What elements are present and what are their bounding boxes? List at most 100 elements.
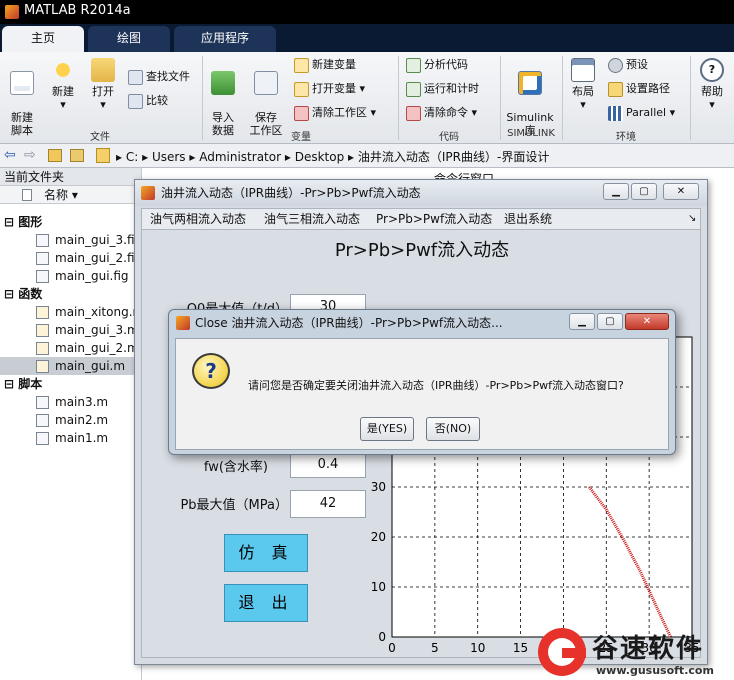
- new-variable-icon: [294, 57, 309, 73]
- question-icon: ?: [192, 353, 230, 389]
- menu-item-exit[interactable]: 退出系统: [504, 209, 552, 229]
- file-name: main_gui.m: [55, 359, 126, 373]
- layout-icon: [571, 58, 595, 82]
- run-and-time-icon: [406, 81, 421, 97]
- script-file-icon: [36, 396, 49, 409]
- section-figures[interactable]: ⊟ 图形: [0, 213, 142, 231]
- dialog-maximize-button[interactable]: ▢: [597, 313, 623, 330]
- breadcrumb-item[interactable]: Desktop: [295, 150, 345, 164]
- maximize-button[interactable]: ▢: [631, 183, 657, 200]
- menu-item-three-phase[interactable]: 油气三相流入动态: [264, 209, 360, 229]
- layout-label: 布局: [572, 85, 594, 98]
- analyze-code-label: 分析代码: [424, 58, 468, 71]
- save-workspace-icon: [254, 71, 278, 95]
- new-dropdown-icon: ▾: [60, 98, 66, 111]
- section-functions[interactable]: ⊟ 函数: [0, 285, 142, 303]
- layout-button[interactable]: 布局 ▾: [566, 58, 600, 111]
- breadcrumb-item[interactable]: Administrator: [199, 150, 281, 164]
- ribbon-separator: [500, 56, 501, 140]
- tab-home[interactable]: 主页: [2, 26, 84, 52]
- list-item[interactable]: main_xitong.m: [0, 303, 144, 321]
- list-item[interactable]: main1.m: [0, 429, 142, 447]
- new-variable-button[interactable]: 新建变量: [294, 56, 356, 74]
- list-item-selected[interactable]: main_gui.m: [0, 357, 142, 375]
- breadcrumb-item[interactable]: Users: [152, 150, 186, 164]
- environment-group-label: 环境: [616, 132, 636, 143]
- dialog-close-button[interactable]: ✕: [625, 313, 669, 330]
- close-button[interactable]: ✕: [663, 183, 699, 200]
- find-files-icon: [128, 69, 143, 85]
- file-group-label: 文件: [90, 132, 110, 143]
- parallel-button[interactable]: Parallel ▾: [608, 104, 675, 122]
- file-icon: [22, 189, 32, 201]
- no-button[interactable]: 否(NO): [426, 417, 480, 441]
- find-files-label: 查找文件: [146, 70, 190, 83]
- breadcrumb-separator-icon: ▸: [142, 150, 152, 164]
- menu-item-two-phase[interactable]: 油气两相流入动态: [150, 209, 246, 229]
- dialog-minimize-button[interactable]: ▁: [569, 313, 595, 330]
- list-item[interactable]: main3.m: [0, 393, 142, 411]
- menu-item-pr-pb-pwf[interactable]: Pr>Pb>Pwf流入动态: [376, 209, 492, 229]
- open-variable-label: 打开变量: [312, 82, 356, 95]
- back-arrow-icon[interactable]: ⇦: [4, 147, 16, 163]
- name-column-header[interactable]: 名称 ▾: [0, 186, 141, 204]
- list-item[interactable]: main_gui_2.m: [0, 339, 142, 357]
- x-tick-label: 15: [513, 641, 528, 655]
- tab-apps[interactable]: 应用程序: [174, 26, 276, 52]
- import-data-button[interactable]: 导入 数据: [206, 58, 240, 137]
- figure-title: 油井流入动态（IPR曲线）-Pr>Pb>Pwf流入动态: [161, 186, 421, 200]
- parallel-icon: [608, 105, 623, 121]
- list-item[interactable]: main_gui_2.fig: [0, 249, 142, 267]
- save-workspace-button[interactable]: 保存 工作区: [246, 58, 286, 137]
- breadcrumb-item[interactable]: 油井流入动态（IPR曲线）-界面设计: [358, 150, 549, 164]
- clear-commands-button[interactable]: 清除命令 ▾: [406, 104, 477, 122]
- breadcrumb[interactable]: ▸ C: ▸ Users ▸ Administrator ▸ Desktop ▸…: [116, 148, 549, 165]
- ribbon-separator: [562, 56, 563, 140]
- list-item[interactable]: main_gui.fig: [0, 267, 142, 285]
- list-item[interactable]: main2.m: [0, 411, 142, 429]
- clear-workspace-button[interactable]: 清除工作区 ▾: [294, 104, 376, 122]
- open-dropdown-icon: ▾: [100, 98, 106, 111]
- section-label: 脚本: [18, 377, 43, 391]
- analyze-code-button[interactable]: 分析代码: [406, 56, 468, 74]
- list-item[interactable]: main_gui_3.fig: [0, 231, 142, 249]
- find-files-button[interactable]: 查找文件: [128, 68, 190, 86]
- browse-folder-icon[interactable]: [70, 149, 84, 162]
- tab-plots[interactable]: 绘图: [88, 26, 170, 52]
- section-label: 函数: [18, 287, 43, 301]
- matlab-logo-icon: [176, 316, 190, 330]
- exit-button[interactable]: 退 出: [224, 584, 308, 622]
- new-variable-label: 新建变量: [312, 58, 356, 71]
- help-button[interactable]: ? 帮助 ▾: [694, 58, 730, 111]
- new-button[interactable]: 新建 ▾: [46, 58, 80, 111]
- clear-commands-dropdown-icon: ▾: [471, 106, 478, 119]
- run-and-time-button[interactable]: 运行和计时: [406, 80, 479, 98]
- yes-button[interactable]: 是(YES): [360, 417, 414, 441]
- minimize-button[interactable]: ▁: [603, 183, 629, 200]
- fw-input[interactable]: 0.4: [290, 452, 366, 478]
- pb-max-input[interactable]: 42: [290, 490, 366, 518]
- help-label: 帮助: [701, 85, 723, 98]
- clear-commands-label: 清除命令: [424, 106, 468, 119]
- simulate-button[interactable]: 仿 真: [224, 534, 308, 572]
- breadcrumb-item[interactable]: C:: [126, 150, 138, 164]
- file-name: main_gui_2.m: [55, 341, 139, 355]
- file-name: main_gui_3.m: [55, 323, 139, 337]
- m-file-icon: [36, 306, 49, 319]
- watermark-logo: 谷速软件 www.gususoft.com: [538, 626, 734, 680]
- preferences-button[interactable]: 预设: [608, 56, 648, 74]
- section-scripts[interactable]: ⊟ 脚本: [0, 375, 142, 393]
- brand-logo-icon: [538, 628, 586, 676]
- forward-arrow-icon[interactable]: ⇨: [24, 147, 36, 163]
- up-folder-icon[interactable]: [48, 149, 62, 162]
- compare-button[interactable]: 比较: [128, 92, 168, 110]
- open-button[interactable]: 打开 ▾: [86, 58, 120, 111]
- menu-overflow-icon[interactable]: ↘: [688, 209, 696, 229]
- set-path-button[interactable]: 设置路径: [608, 80, 670, 98]
- x-tick-label: 0: [388, 641, 396, 655]
- x-tick-label: 5: [431, 641, 439, 655]
- new-script-button[interactable]: 新建 脚本: [4, 58, 40, 137]
- open-variable-button[interactable]: 打开变量 ▾: [294, 80, 365, 98]
- simulink-library-button[interactable]: Simulink 库: [504, 58, 556, 137]
- list-item[interactable]: main_gui_3.m: [0, 321, 142, 339]
